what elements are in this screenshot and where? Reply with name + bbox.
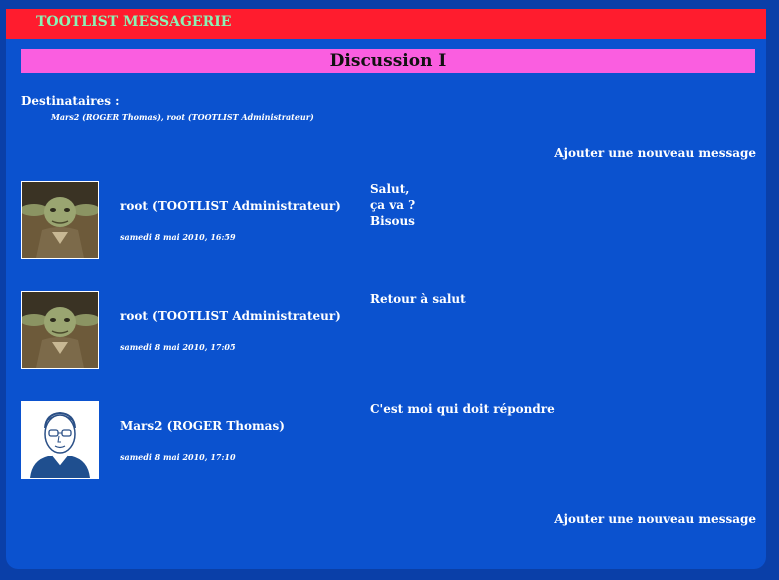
message-date: samedi 8 mai 2010, 17:05 — [120, 342, 236, 352]
message-text-line: C'est moi qui doit répondre — [370, 402, 555, 416]
message-text: Salut, ça va ? Bisous — [370, 181, 415, 229]
discussion-title-bar: Discussion I — [21, 49, 755, 73]
message-text-line: Bisous — [370, 214, 415, 228]
add-message-link-bottom[interactable]: Ajouter une nouveau message — [554, 512, 756, 526]
message-date: samedi 8 mai 2010, 17:10 — [120, 452, 236, 462]
message-text-line: Salut, — [370, 182, 410, 196]
message-item: root (TOOTLIST Administrateur) samedi 8 … — [21, 291, 751, 371]
message-text-line: ça va ? — [370, 198, 416, 212]
main-panel: TOOTLIST MESSAGERIE Discussion I Destina… — [6, 9, 766, 569]
discussion-title: Discussion I — [329, 51, 447, 71]
recipients-label: Destinataires : — [21, 94, 120, 108]
message-item: Mars2 (ROGER Thomas) samedi 8 mai 2010, … — [21, 401, 751, 481]
message-text: Retour à salut — [370, 291, 466, 307]
app-header: TOOTLIST MESSAGERIE — [6, 9, 766, 39]
message-author: Mars2 (ROGER Thomas) — [120, 419, 285, 433]
yoda-avatar-icon — [21, 291, 99, 369]
message-author: root (TOOTLIST Administrateur) — [120, 309, 341, 323]
message-text-line: Retour à salut — [370, 292, 466, 306]
message-author: root (TOOTLIST Administrateur) — [120, 199, 341, 213]
yoda-avatar-icon — [21, 181, 99, 259]
message-text: C'est moi qui doit répondre — [370, 401, 555, 417]
recipients-list: Mars2 (ROGER Thomas), root (TOOTLIST Adm… — [51, 112, 314, 122]
sketch-portrait-avatar-icon — [21, 401, 99, 479]
message-item: root (TOOTLIST Administrateur) samedi 8 … — [21, 181, 751, 261]
message-date: samedi 8 mai 2010, 16:59 — [120, 232, 236, 242]
add-message-link-top[interactable]: Ajouter une nouveau message — [554, 146, 756, 160]
app-title: TOOTLIST MESSAGERIE — [36, 14, 232, 30]
